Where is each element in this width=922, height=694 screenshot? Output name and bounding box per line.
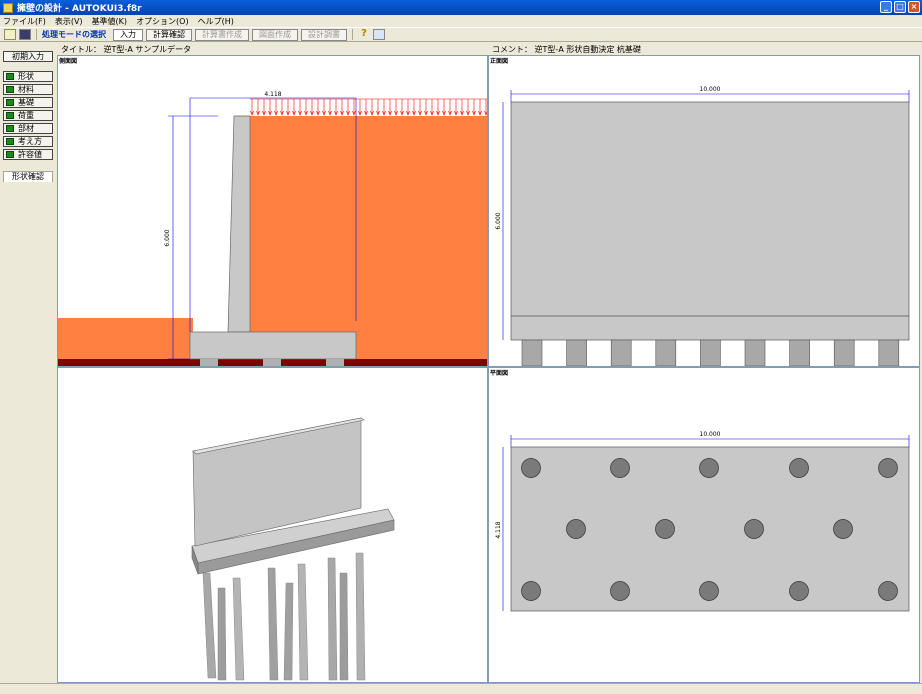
front-pile bbox=[833, 339, 855, 366]
menu-standard-values[interactable]: 基準値(K) bbox=[92, 16, 128, 27]
depth-dimension-text: 4.118 bbox=[495, 521, 502, 538]
pile-head bbox=[263, 359, 281, 366]
mode-input-button[interactable]: 入力 bbox=[113, 28, 143, 41]
plan-pile bbox=[744, 519, 764, 539]
plan-view-drawing: 10.000 4.118 bbox=[495, 431, 910, 612]
minimize-icon[interactable]: _ bbox=[880, 1, 892, 13]
plan-pile bbox=[655, 519, 675, 539]
front-pile bbox=[566, 339, 587, 366]
info-bar: タイトル： 逆T型-A サンプルデータ コメント： 逆T型-A 形状自動決定 杭… bbox=[57, 43, 922, 54]
window-title: 擁壁の設計 - AUTOKUI3.f8r bbox=[17, 4, 142, 14]
plan-pile bbox=[610, 458, 630, 478]
plan-pile bbox=[521, 458, 541, 478]
sidebar: 初期入力 形状 材料 基礎 荷重 部材 考え方 許容値 形状確認 bbox=[0, 43, 57, 683]
backfill-soil bbox=[250, 116, 487, 359]
save-icon[interactable] bbox=[19, 29, 31, 40]
check-icon bbox=[6, 86, 14, 93]
title-bar: 擁壁の設計 - AUTOKUI3.f8r _ □ × bbox=[0, 0, 922, 15]
wall-front-face bbox=[510, 101, 910, 341]
mode-select-label: 処理モードの選択 bbox=[42, 30, 106, 39]
menu-help[interactable]: ヘルプ(H) bbox=[198, 16, 234, 27]
sidebar-item-material[interactable]: 材料 bbox=[3, 84, 53, 95]
app-icon bbox=[3, 2, 13, 13]
check-icon bbox=[6, 99, 14, 106]
plan-pile bbox=[833, 519, 853, 539]
menu-options[interactable]: オプション(O) bbox=[136, 16, 189, 27]
plan-pile bbox=[566, 519, 586, 539]
sidebar-item-foundation[interactable]: 基礎 bbox=[3, 97, 53, 108]
front-pile bbox=[789, 339, 810, 366]
front-view-drawing: 10.000 6.000 bbox=[495, 86, 910, 366]
height-dimension-text: 6.000 bbox=[495, 212, 502, 229]
sidebar-item-shape[interactable]: 形状 bbox=[3, 71, 53, 82]
plan-pile bbox=[610, 581, 630, 601]
menu-file[interactable]: ファイル(F) bbox=[3, 16, 46, 27]
close-icon[interactable]: × bbox=[908, 1, 920, 13]
mode-design-sheet-button[interactable]: 設計調書 bbox=[301, 28, 347, 41]
plan-pile bbox=[789, 581, 809, 601]
toolbar-separator bbox=[36, 29, 37, 40]
data-comment: コメント： 逆T型-A 形状自動決定 杭基礎 bbox=[492, 45, 641, 54]
mode-report-button[interactable]: 計算書作成 bbox=[195, 28, 249, 41]
mode-drawing-button[interactable]: 図面作成 bbox=[252, 28, 298, 41]
maximize-icon[interactable]: □ bbox=[894, 1, 906, 13]
check-icon bbox=[6, 151, 14, 158]
front-piles bbox=[521, 339, 900, 366]
front-pile bbox=[610, 339, 632, 366]
front-pile bbox=[700, 339, 721, 366]
plan-view-label: 平面図 bbox=[490, 368, 509, 377]
plan-pile bbox=[699, 458, 719, 478]
top-dimension-text: 4.118 bbox=[264, 91, 281, 98]
side-view-label: 側面図 bbox=[59, 56, 78, 65]
plan-pile bbox=[878, 581, 898, 601]
check-icon bbox=[6, 73, 14, 80]
footing bbox=[189, 331, 357, 360]
sidebar-item-member[interactable]: 部材 bbox=[3, 123, 53, 134]
surcharge-load bbox=[250, 99, 487, 116]
plan-pile bbox=[878, 458, 898, 478]
front-pile bbox=[521, 339, 543, 366]
data-title: タイトル： 逆T型-A サンプルデータ bbox=[61, 45, 192, 54]
menu-view[interactable]: 表示(V) bbox=[55, 16, 83, 27]
pile-head bbox=[326, 359, 344, 366]
plan-pile bbox=[789, 458, 809, 478]
3d-view-drawing bbox=[191, 417, 395, 681]
open-file-icon[interactable] bbox=[4, 29, 16, 40]
front-pile bbox=[878, 339, 900, 366]
mode-calc-check-button[interactable]: 計算確認 bbox=[146, 28, 192, 41]
menu-bar: ファイル(F) 表示(V) 基準値(K) オプション(O) ヘルプ(H) bbox=[0, 15, 922, 27]
check-icon bbox=[6, 138, 14, 145]
initial-input-button[interactable]: 初期入力 bbox=[3, 51, 53, 62]
toolbar: 処理モードの選択 入力 計算確認 計算書作成 図面作成 設計調書 ? bbox=[0, 27, 922, 42]
sidebar-item-load[interactable]: 荷重 bbox=[3, 110, 53, 121]
sidebar-item-approach[interactable]: 考え方 bbox=[3, 136, 53, 147]
height-dimension-text: 6.000 bbox=[164, 229, 171, 246]
side-view-pane[interactable]: 側面図 4.118 6.000 bbox=[57, 55, 488, 367]
status-bar bbox=[0, 683, 922, 694]
pile-head bbox=[200, 359, 218, 366]
help-icon[interactable]: ? bbox=[358, 29, 370, 40]
front-view-label: 正面図 bbox=[490, 56, 509, 65]
wall-stem bbox=[227, 115, 251, 333]
check-icon bbox=[6, 125, 14, 132]
front-pile bbox=[655, 339, 677, 366]
front-pile bbox=[744, 339, 766, 366]
plan-pile bbox=[699, 581, 719, 601]
sidebar-item-allowable[interactable]: 許容値 bbox=[3, 149, 53, 160]
about-icon[interactable] bbox=[373, 29, 385, 40]
width-dimension-text: 10.000 bbox=[700, 431, 721, 438]
plan-pile bbox=[521, 581, 541, 601]
tab-shape-check[interactable]: 形状確認 bbox=[3, 171, 53, 182]
piles-3d bbox=[202, 552, 366, 681]
width-dimension-text: 10.000 bbox=[700, 86, 721, 93]
side-view-drawing: 4.118 6.000 bbox=[58, 91, 487, 366]
front-view-pane[interactable]: 正面図 10.000 6.000 bbox=[488, 55, 920, 367]
check-icon bbox=[6, 112, 14, 119]
toolbar-separator bbox=[352, 29, 353, 40]
3d-view-pane[interactable] bbox=[57, 367, 488, 683]
plan-view-pane[interactable]: 平面図 10.000 4.118 bbox=[488, 367, 920, 683]
